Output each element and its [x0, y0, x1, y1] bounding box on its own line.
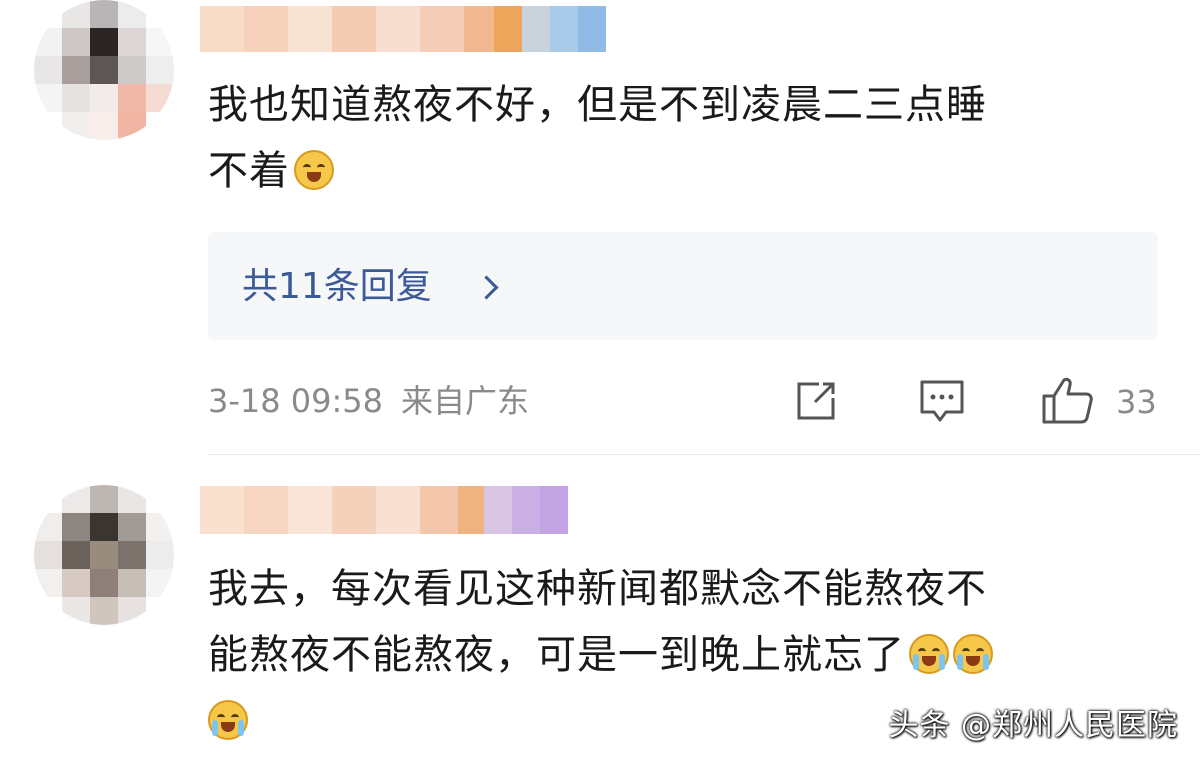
avatar[interactable] [34, 0, 174, 140]
comment-text-line: 能熬夜不能熬夜，可是一到晚上就忘了 [208, 622, 1178, 688]
laughing-emoji-icon [294, 150, 334, 190]
comment-item: 我也知道熬夜不好，但是不到凌晨二三点睡 不着 共11条回复 3-18 09:58… [0, 0, 1200, 455]
crying-emoji-icon [909, 634, 949, 674]
crying-emoji-icon [953, 634, 993, 674]
replies-box[interactable]: 共11条回复 [208, 232, 1158, 340]
thumbs-up-icon [1042, 377, 1093, 424]
like-count: 33 [1116, 383, 1157, 421]
avatar[interactable] [34, 485, 174, 625]
comment-icon [920, 380, 964, 422]
username-pixelated[interactable] [200, 486, 568, 534]
comment-text-line: 我也知道熬夜不好，但是不到凌晨二三点睡 [208, 82, 987, 128]
share-icon [797, 382, 835, 420]
chevron-right-icon [474, 275, 499, 300]
view-replies-link[interactable]: 共11条回复 [242, 265, 432, 309]
watermark: 头条 @郑州人民医院 [888, 708, 1178, 743]
like-button[interactable]: 33 [1040, 377, 1160, 424]
divider [208, 454, 1200, 455]
crying-emoji-icon [208, 700, 248, 740]
comment-text-line: 不着 [208, 138, 1178, 204]
timestamp: 3-18 09:58 [208, 382, 384, 420]
share-button[interactable] [793, 378, 839, 424]
comment-text: 我也知道熬夜不好，但是不到凌晨二三点睡 不着 [208, 72, 1178, 204]
reply-button[interactable] [918, 378, 966, 424]
username-pixelated[interactable] [200, 6, 606, 52]
comment-meta: 3-18 09:58 来自广东 [208, 376, 529, 426]
location: 来自广东 [401, 382, 530, 420]
comment-text-line: 我去，每次看见这种新闻都默念不能熬夜不 [208, 566, 987, 612]
